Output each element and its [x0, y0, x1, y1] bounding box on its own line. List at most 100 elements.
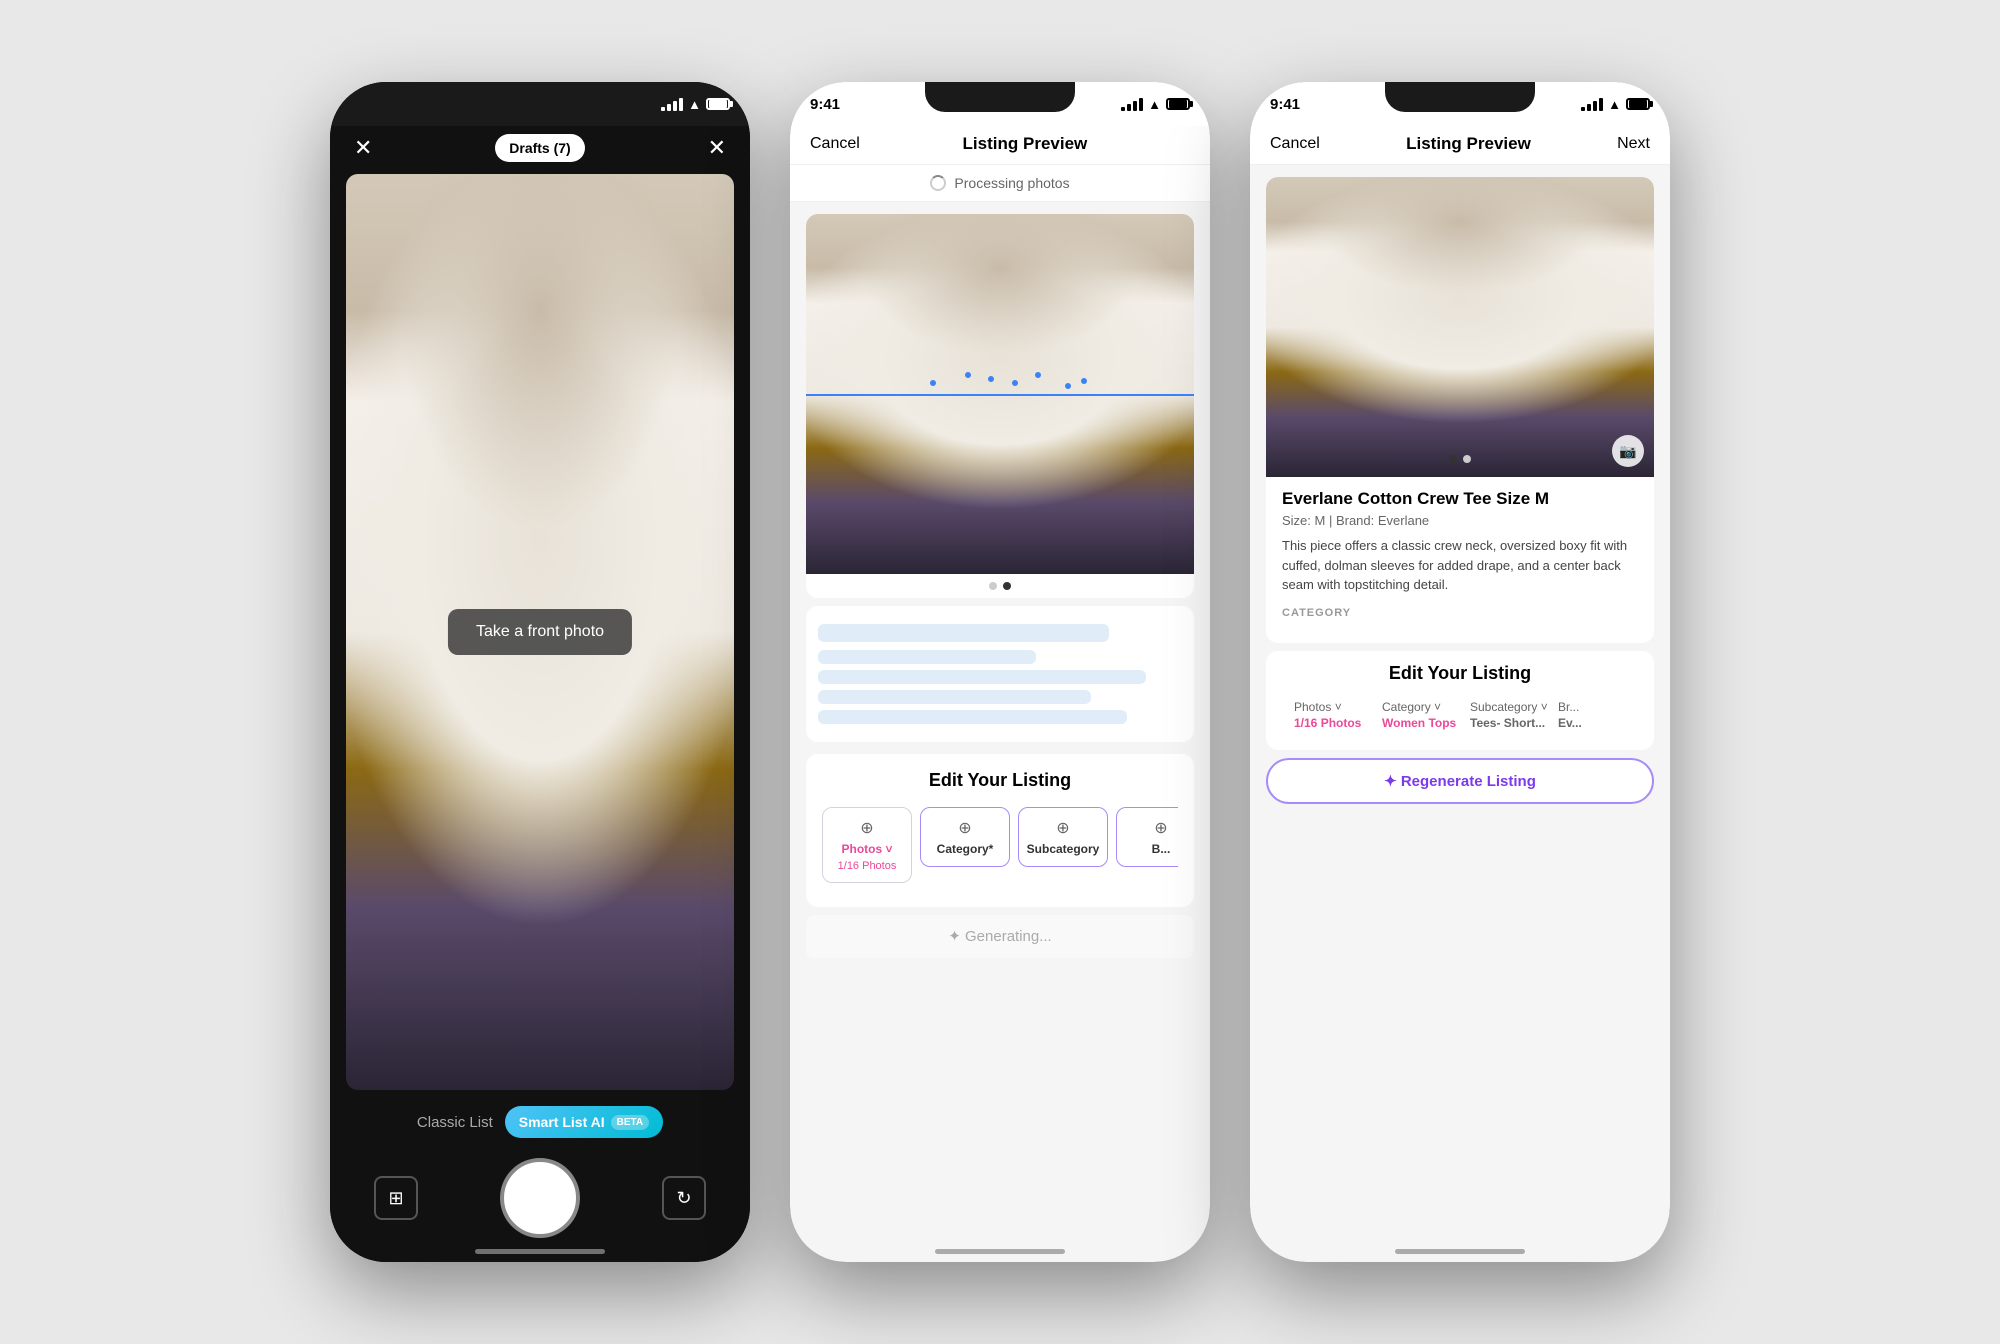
category-tab-label-3: Category ˅ — [1382, 700, 1441, 714]
preview-content-3[interactable]: 📷 Everlane Cotton Crew Tee Size M Size: … — [1250, 165, 1670, 1262]
brand-tab-value-3: Ev... — [1558, 716, 1582, 730]
camera-bottom: Classic List Smart List AI BETA ⊞ ↻ — [330, 1090, 750, 1262]
home-indicator-2 — [935, 1249, 1065, 1254]
photos-tab-sub: 1/16 Photos — [838, 860, 897, 872]
processing-text: Processing photos — [954, 175, 1069, 191]
edit-section-3: Edit Your Listing Photos ˅ 1/16 Photos C… — [1266, 651, 1654, 750]
subcategory-tab-3[interactable]: Subcategory ˅ Tees- Short... — [1470, 700, 1550, 730]
subcategory-tab-icon: ⊕ — [1056, 818, 1069, 838]
brand-tab-3[interactable]: Br... Ev... — [1558, 700, 1638, 730]
edit-title-3: Edit Your Listing — [1278, 663, 1642, 684]
edit-section-2: Edit Your Listing ⊕ Photos ˅ 1/16 Photos — [806, 754, 1194, 907]
subcategory-tab[interactable]: ⊕ Subcategory — [1018, 807, 1108, 883]
brand-tab-label: B... — [1152, 842, 1171, 856]
status-icons-2: ▲ — [1121, 97, 1190, 112]
brand-tab-label-3: Br... — [1558, 700, 1579, 714]
category-label: CATEGORY — [1282, 607, 1638, 619]
photos-tab-value-3: 1/16 Photos — [1294, 716, 1361, 730]
subcategory-tab-label-3: Subcategory ˅ — [1470, 700, 1548, 714]
photo-dots-2 — [806, 574, 1194, 598]
skeleton-line-2 — [818, 670, 1146, 684]
category-tab-icon: ⊕ — [958, 818, 971, 838]
category-tab[interactable]: ⊕ Category* — [920, 807, 1010, 883]
mode-selector: Classic List Smart List AI BETA — [354, 1106, 726, 1138]
signal-icon-3 — [1581, 98, 1603, 111]
nav-title-3: Listing Preview — [1406, 134, 1531, 154]
mode-smart-button[interactable]: Smart List AI BETA — [505, 1106, 663, 1138]
beta-badge: BETA — [611, 1115, 649, 1130]
category-tab-3[interactable]: Category ˅ Women Tops — [1382, 700, 1462, 730]
photo-dots-3 — [1266, 449, 1654, 469]
listing-dot-1 — [1449, 455, 1457, 463]
photos-tab-label: Photos ˅ — [841, 842, 892, 856]
dot-2 — [1003, 582, 1011, 590]
edit-title-2: Edit Your Listing — [822, 770, 1178, 791]
brand-tab[interactable]: ⊕ B... — [1116, 807, 1178, 883]
nav-title-2: Listing Preview — [963, 134, 1088, 154]
status-time-2: 9:41 — [810, 96, 840, 113]
close-button[interactable]: ✕ — [354, 135, 372, 161]
phone-3-preview: 9:41 ▲ Cancel Listing Preview — [1250, 82, 1670, 1262]
dot-1 — [989, 582, 997, 590]
skeleton-line-4 — [818, 710, 1127, 724]
wifi-icon-1: ▲ — [688, 97, 701, 112]
nav-header-3: Cancel Listing Preview Next — [1250, 126, 1670, 165]
battery-icon-2 — [1166, 98, 1190, 110]
notch-1 — [465, 82, 615, 112]
skeleton-line-1 — [818, 650, 1036, 664]
photo-preview-2 — [806, 214, 1194, 574]
notch-2 — [925, 82, 1075, 112]
notch-3 — [1385, 82, 1535, 112]
listing-desc: This piece offers a classic crew neck, o… — [1282, 536, 1638, 595]
wifi-icon-2: ▲ — [1148, 97, 1161, 112]
category-tab-label: Category* — [937, 842, 994, 856]
regenerate-button[interactable]: ✦ Regenerate Listing — [1266, 758, 1654, 804]
subcategory-tab-label: Subcategory — [1027, 842, 1100, 856]
signal-icon-2 — [1121, 98, 1143, 111]
phone-2-processing: 9:41 ▲ Cancel Listing Preview — [790, 82, 1210, 1262]
skeleton-section — [806, 606, 1194, 742]
listing-meta: Size: M | Brand: Everlane — [1282, 513, 1638, 528]
photos-tab[interactable]: ⊕ Photos ˅ 1/16 Photos — [822, 807, 912, 883]
listing-content-2[interactable]: Edit Your Listing ⊕ Photos ˅ 1/16 Photos — [790, 202, 1210, 1262]
camera-preview: Take a front photo — [346, 174, 734, 1090]
skeleton-title — [818, 624, 1109, 642]
generating-text: ✦ Generating... — [948, 928, 1051, 945]
scan-dots — [884, 358, 1117, 430]
wifi-icon-3: ▲ — [1608, 97, 1621, 112]
next-button-3[interactable]: Next — [1617, 135, 1650, 153]
photos-tab-icon: ⊕ — [860, 818, 873, 838]
cancel-button-2[interactable]: Cancel — [810, 135, 860, 153]
cancel-button-3[interactable]: Cancel — [1270, 135, 1320, 153]
generating-bar: ✦ Generating... — [806, 915, 1194, 958]
home-indicator-3 — [1395, 1249, 1525, 1254]
flip-camera-button[interactable]: ↻ — [662, 1176, 706, 1220]
drafts-badge[interactable]: Drafts (7) — [495, 134, 584, 162]
photo-card-2 — [806, 214, 1194, 598]
listing-title: Everlane Cotton Crew Tee Size M — [1282, 489, 1638, 509]
camera-controls: ⊞ ↻ — [354, 1158, 726, 1238]
magic-wand-button[interactable]: ✕ — [708, 135, 726, 161]
category-tab-value-3: Women Tops — [1382, 716, 1456, 730]
camera-image: Take a front photo — [346, 174, 734, 1090]
mode-classic-label[interactable]: Classic List — [417, 1114, 493, 1131]
shutter-button[interactable] — [500, 1158, 580, 1238]
phone-1-camera: ▲ ✕ Drafts (7) ✕ Take a front photo Clas… — [330, 82, 750, 1262]
processing-spinner — [930, 175, 946, 191]
home-indicator-1 — [475, 1249, 605, 1254]
listing-dot-2 — [1463, 455, 1471, 463]
edit-tabs-3: Photos ˅ 1/16 Photos Category ˅ Women To… — [1278, 700, 1642, 738]
battery-icon-3 — [1626, 98, 1650, 110]
edit-tabs-2: ⊕ Photos ˅ 1/16 Photos ⊕ Category* — [822, 807, 1178, 891]
camera-header: ✕ Drafts (7) ✕ — [330, 126, 750, 174]
listing-photo: 📷 — [1266, 177, 1654, 477]
status-time-3: 9:41 — [1270, 96, 1300, 113]
listing-card: 📷 Everlane Cotton Crew Tee Size M Size: … — [1266, 177, 1654, 643]
nav-header-2: Cancel Listing Preview — [790, 126, 1210, 165]
brand-tab-icon: ⊕ — [1154, 818, 1167, 838]
gallery-button[interactable]: ⊞ — [374, 1176, 418, 1220]
status-icons-3: ▲ — [1581, 97, 1650, 112]
take-photo-overlay: Take a front photo — [448, 609, 632, 655]
status-icons-1: ▲ — [661, 97, 730, 112]
photos-tab-3[interactable]: Photos ˅ 1/16 Photos — [1294, 700, 1374, 730]
